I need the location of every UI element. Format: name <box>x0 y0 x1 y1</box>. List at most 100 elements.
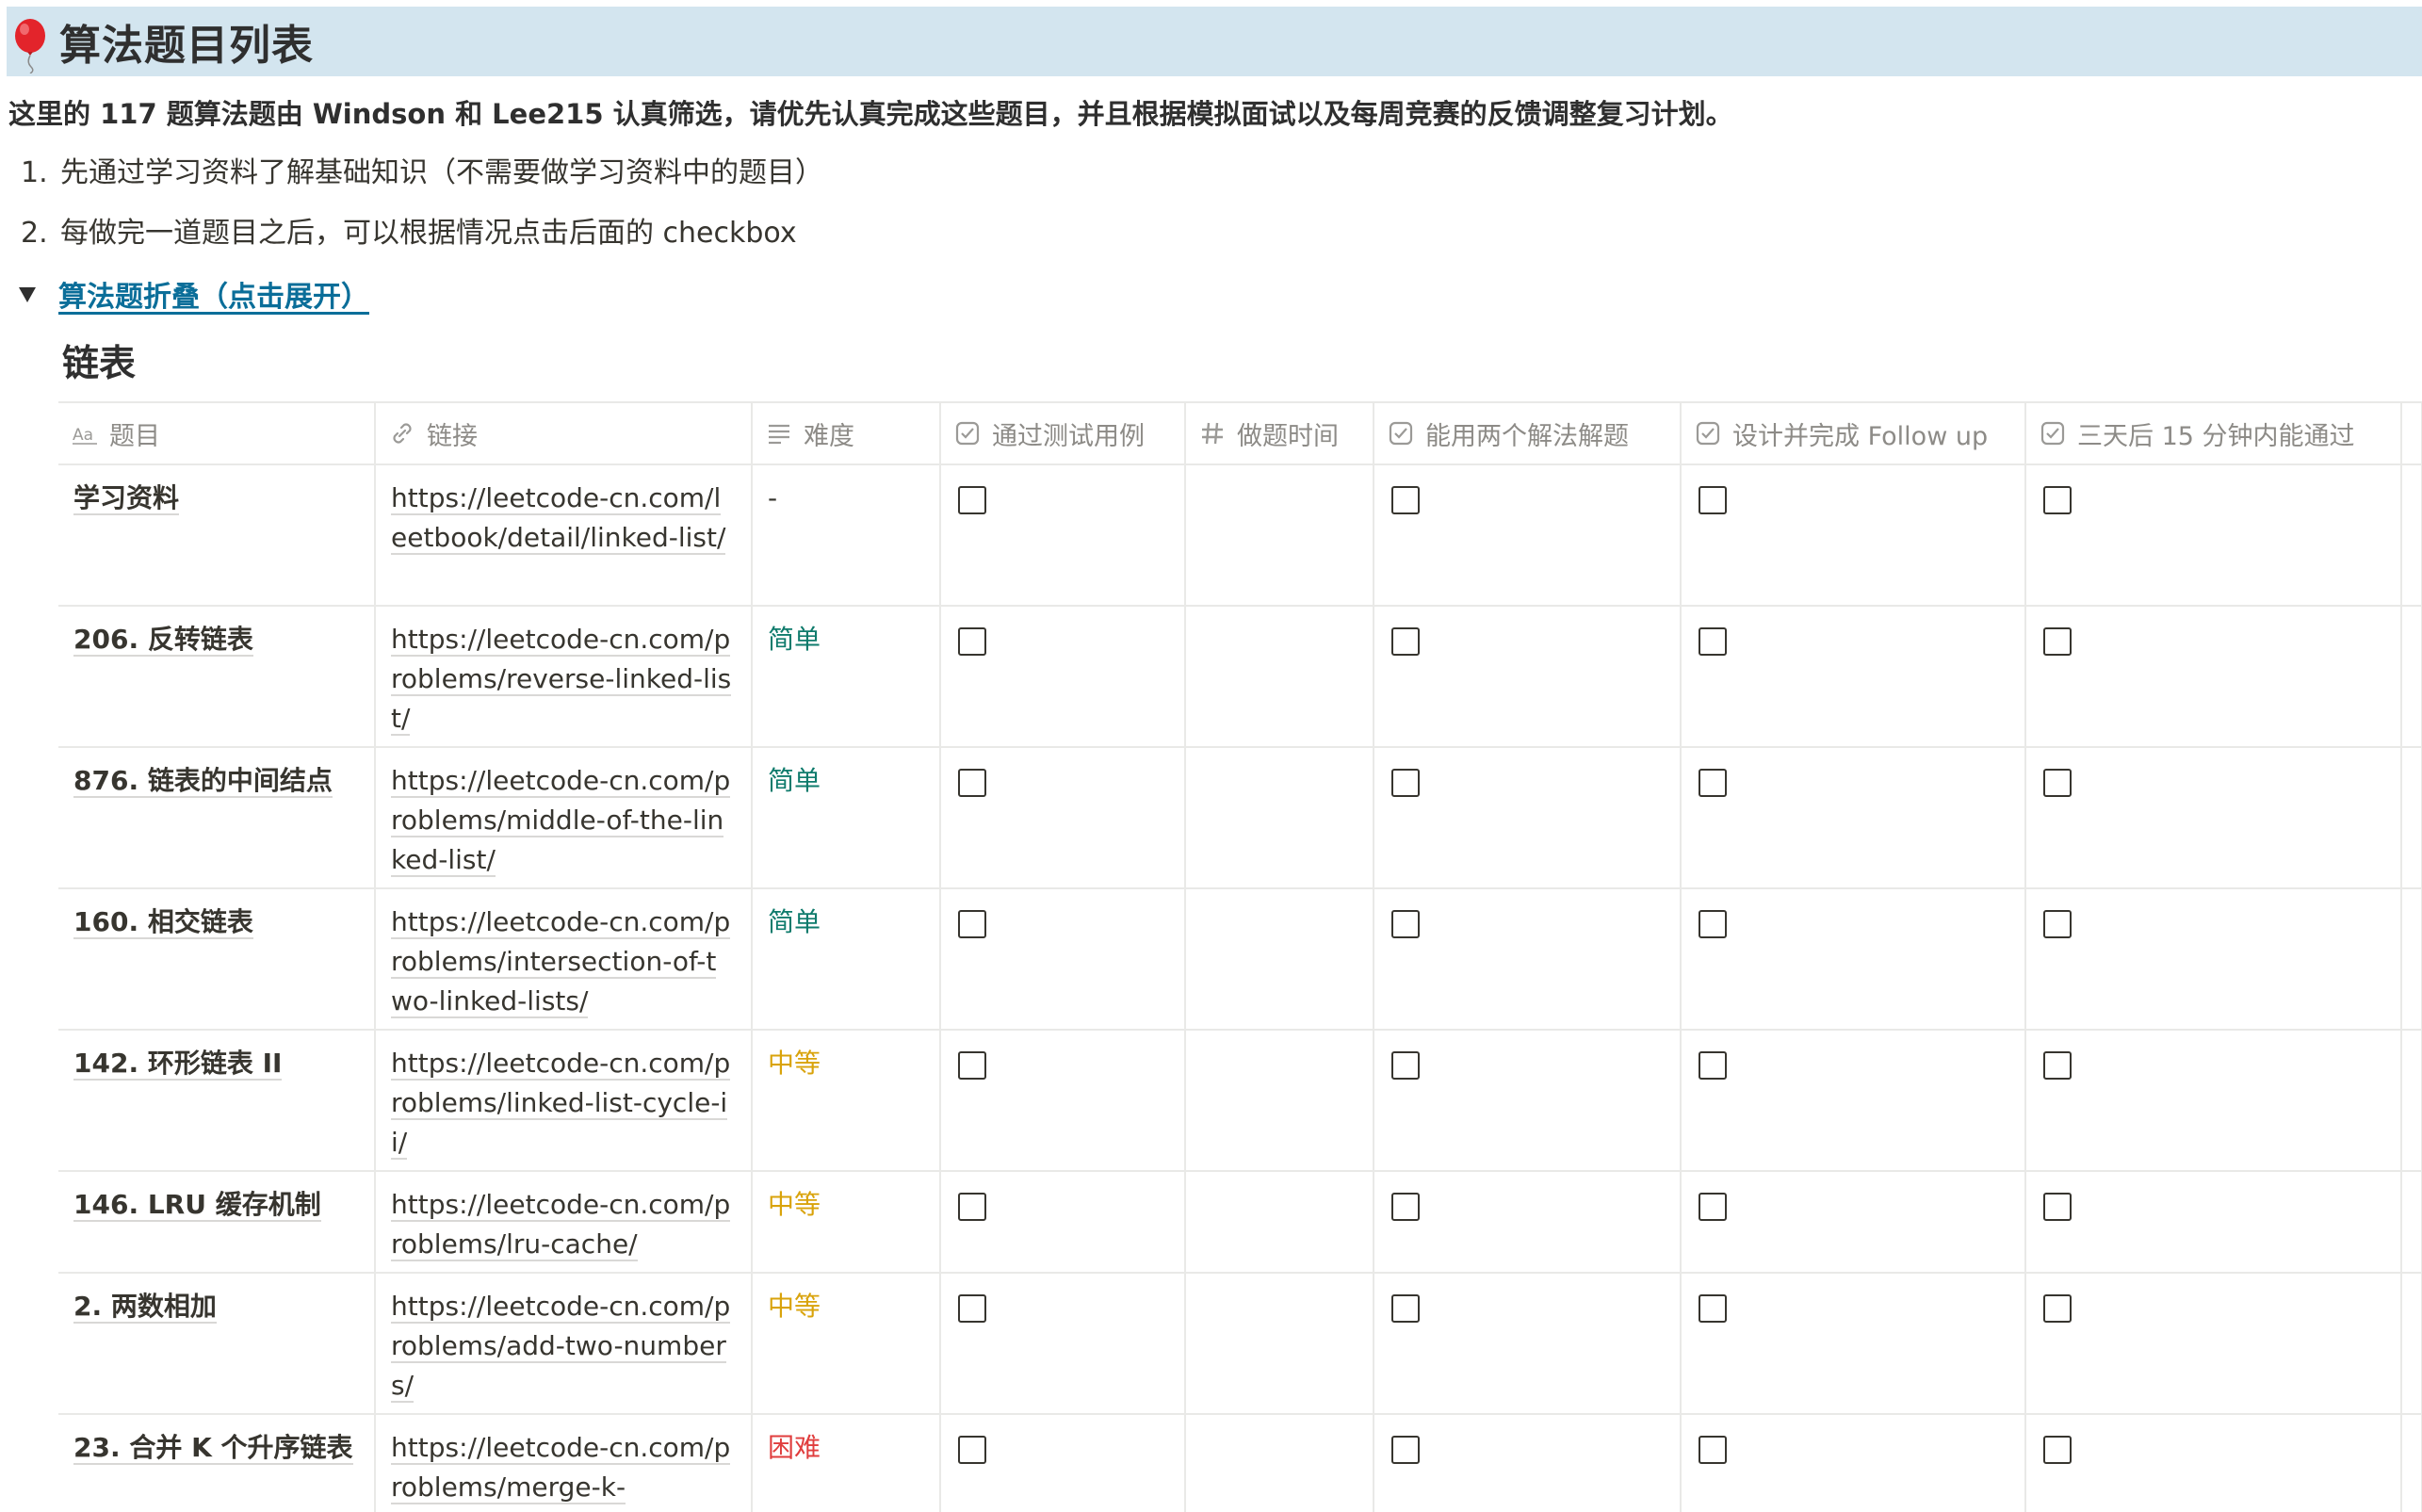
problem-title[interactable]: 学习资料 <box>73 482 180 515</box>
problem-title-cell[interactable]: 876. 链表的中间结点 <box>58 746 376 889</box>
time-cell[interactable] <box>1185 463 1374 607</box>
problem-link[interactable]: https://leetcode-cn.com/problems/merge-k… <box>391 1432 731 1504</box>
problem-link[interactable]: https://leetcode-cn.com/problems/add-two… <box>391 1291 731 1403</box>
passed-tests-checkbox[interactable] <box>958 1051 986 1080</box>
problem-title-cell[interactable]: 206. 反转链表 <box>58 605 376 748</box>
column-header-passed-tests[interactable]: 通过测试用例 <box>940 401 1186 465</box>
time-cell[interactable] <box>1185 605 1374 748</box>
passed-tests-cell[interactable] <box>940 1029 1186 1172</box>
follow-up-checkbox[interactable] <box>1699 1193 1727 1221</box>
passed-tests-cell[interactable] <box>940 1272 1186 1415</box>
three-days-checkbox[interactable] <box>2043 1436 2072 1464</box>
table-row[interactable]: 146. LRU 缓存机制 https://leetcode-cn.com/pro… <box>58 1170 2422 1274</box>
problem-title-cell[interactable]: 学习资料 <box>58 463 376 607</box>
three-days-checkbox[interactable] <box>2043 1051 2072 1080</box>
two-solutions-cell[interactable] <box>1374 463 1682 607</box>
three-days-cell[interactable] <box>2025 1029 2402 1172</box>
problem-title-cell[interactable]: 160. 相交链表 <box>58 887 376 1031</box>
passed-tests-cell[interactable] <box>940 605 1186 748</box>
passed-tests-cell[interactable] <box>940 887 1186 1031</box>
follow-up-cell[interactable] <box>1681 887 2026 1031</box>
two-solutions-checkbox[interactable] <box>1391 769 1420 797</box>
column-header-link[interactable]: 链接 <box>375 401 753 465</box>
column-header-difficulty[interactable]: 难度 <box>752 401 941 465</box>
difficulty-cell[interactable]: 中等 <box>752 1272 941 1415</box>
follow-up-cell[interactable] <box>1681 1413 2026 1512</box>
three-days-cell[interactable] <box>2025 463 2402 607</box>
passed-tests-checkbox[interactable] <box>958 1294 986 1323</box>
passed-tests-checkbox[interactable] <box>958 769 986 797</box>
table-row[interactable]: 206. 反转链表 https://leetcode-cn.com/problem… <box>58 605 2422 748</box>
table-row[interactable]: 学习资料 https://leetcode-cn.com/leetbook/det… <box>58 463 2422 607</box>
problem-title[interactable]: 2. 两数相加 <box>73 1291 217 1324</box>
three-days-checkbox[interactable] <box>2043 1294 2072 1323</box>
three-days-checkbox[interactable] <box>2043 910 2072 938</box>
passed-tests-cell[interactable] <box>940 463 1186 607</box>
follow-up-cell[interactable] <box>1681 1170 2026 1274</box>
problem-title[interactable]: 142. 环形链表 II <box>73 1048 283 1081</box>
problem-title[interactable]: 23. 合并 K 个升序链表 <box>73 1432 353 1465</box>
table-row[interactable]: 876. 链表的中间结点 https://leetcode-cn.com/prob… <box>58 746 2422 889</box>
problem-link-cell[interactable]: https://leetcode-cn.com/leetbook/detail/… <box>375 463 753 607</box>
problem-link-cell[interactable]: https://leetcode-cn.com/problems/reverse… <box>375 605 753 748</box>
passed-tests-cell[interactable] <box>940 746 1186 889</box>
two-solutions-cell[interactable] <box>1374 1413 1682 1512</box>
problem-link-cell[interactable]: https://leetcode-cn.com/problems/add-two… <box>375 1272 753 1415</box>
three-days-cell[interactable] <box>2025 1170 2402 1274</box>
three-days-cell[interactable] <box>2025 605 2402 748</box>
passed-tests-checkbox[interactable] <box>958 1436 986 1464</box>
two-solutions-checkbox[interactable] <box>1391 1436 1420 1464</box>
problem-link-cell[interactable]: https://leetcode-cn.com/problems/lru-cac… <box>375 1170 753 1274</box>
problem-link[interactable]: https://leetcode-cn.com/problems/linked-… <box>391 1048 731 1160</box>
follow-up-checkbox[interactable] <box>1699 1294 1727 1323</box>
two-solutions-checkbox[interactable] <box>1391 1051 1420 1080</box>
follow-up-cell[interactable] <box>1681 1272 2026 1415</box>
table-row[interactable]: 23. 合并 K 个升序链表 https://leetcode-cn.com/pr… <box>58 1413 2422 1512</box>
difficulty-cell[interactable]: 简单 <box>752 605 941 748</box>
problem-link-cell[interactable]: https://leetcode-cn.com/problems/merge-k… <box>375 1413 753 1512</box>
time-cell[interactable] <box>1185 1413 1374 1512</box>
follow-up-cell[interactable] <box>1681 605 2026 748</box>
problem-title-cell[interactable]: 142. 环形链表 II <box>58 1029 376 1172</box>
three-days-cell[interactable] <box>2025 887 2402 1031</box>
two-solutions-cell[interactable] <box>1374 1170 1682 1274</box>
three-days-cell[interactable] <box>2025 746 2402 889</box>
time-cell[interactable] <box>1185 1029 1374 1172</box>
difficulty-cell[interactable]: 困难 <box>752 1413 941 1512</box>
problem-link[interactable]: https://leetcode-cn.com/problems/middle-… <box>391 765 731 877</box>
column-header-title[interactable]: Aa 题目 <box>58 401 376 465</box>
two-solutions-checkbox[interactable] <box>1391 1193 1420 1221</box>
problem-title[interactable]: 206. 反转链表 <box>73 624 253 657</box>
column-header-follow-up[interactable]: 设计并完成 Follow up <box>1681 401 2026 465</box>
problem-title-cell[interactable]: 23. 合并 K 个升序链表 <box>58 1413 376 1512</box>
table-row[interactable]: 142. 环形链表 II https://leetcode-cn.com/prob… <box>58 1029 2422 1172</box>
two-solutions-checkbox[interactable] <box>1391 910 1420 938</box>
follow-up-cell[interactable] <box>1681 746 2026 889</box>
problem-title[interactable]: 160. 相交链表 <box>73 906 253 939</box>
time-cell[interactable] <box>1185 746 1374 889</box>
problem-link-cell[interactable]: https://leetcode-cn.com/problems/middle-… <box>375 746 753 889</box>
problem-title[interactable]: 146. LRU 缓存机制 <box>73 1189 321 1222</box>
time-cell[interactable] <box>1185 887 1374 1031</box>
passed-tests-checkbox[interactable] <box>958 910 986 938</box>
problem-link-cell[interactable]: https://leetcode-cn.com/problems/linked-… <box>375 1029 753 1172</box>
problem-title-cell[interactable]: 2. 两数相加 <box>58 1272 376 1415</box>
two-solutions-checkbox[interactable] <box>1391 486 1420 514</box>
three-days-cell[interactable] <box>2025 1272 2402 1415</box>
follow-up-checkbox[interactable] <box>1699 486 1727 514</box>
algorithm-toggle[interactable]: 算法题折叠（点击展开） <box>19 273 369 315</box>
two-solutions-cell[interactable] <box>1374 887 1682 1031</box>
follow-up-checkbox[interactable] <box>1699 1051 1727 1080</box>
toggle-triangle-icon[interactable] <box>19 287 36 302</box>
three-days-checkbox[interactable] <box>2043 1193 2072 1221</box>
follow-up-cell[interactable] <box>1681 463 2026 607</box>
table-row[interactable]: 2. 两数相加 https://leetcode-cn.com/problems/… <box>58 1272 2422 1415</box>
time-cell[interactable] <box>1185 1272 1374 1415</box>
difficulty-cell[interactable]: 中等 <box>752 1170 941 1274</box>
follow-up-checkbox[interactable] <box>1699 910 1727 938</box>
time-cell[interactable] <box>1185 1170 1374 1274</box>
three-days-checkbox[interactable] <box>2043 769 2072 797</box>
table-row[interactable]: 160. 相交链表 https://leetcode-cn.com/problem… <box>58 887 2422 1031</box>
passed-tests-checkbox[interactable] <box>958 486 986 514</box>
three-days-checkbox[interactable] <box>2043 627 2072 656</box>
